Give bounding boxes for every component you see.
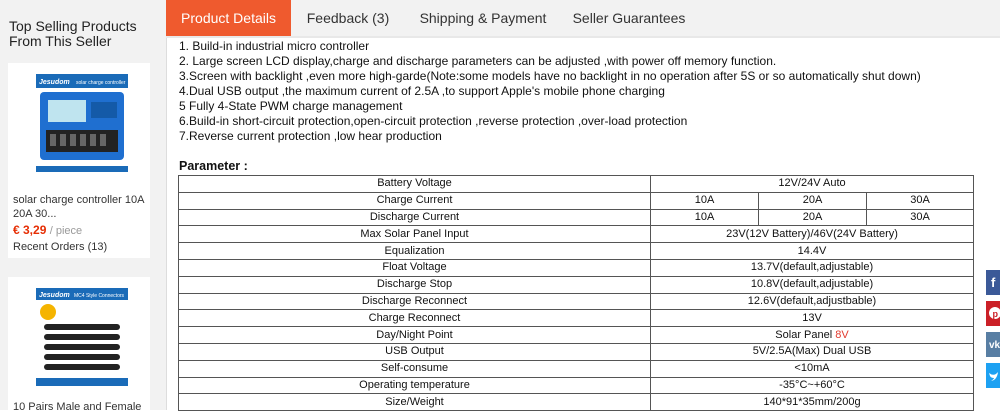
tab-product-details[interactable]: Product Details [166, 0, 291, 36]
param-value: 5V/2.5A(Max) Dual USB [650, 342, 974, 361]
param-label: Day/Night Point [178, 326, 651, 344]
product-price: € 3,29 / piece [13, 223, 83, 237]
table-row: Discharge Reconnect 12.6V(default,adjustb… [178, 292, 974, 311]
table-row: Battery Voltage 12V/24V Auto [178, 175, 974, 193]
table-row: Discharge Stop 10.8V(default,adjustable) [178, 275, 974, 294]
table-row: Discharge Current 10A 20A 30A [178, 208, 974, 227]
param-label: Discharge Stop [178, 275, 651, 294]
sidebar-divider [166, 0, 167, 410]
product-card[interactable]: Jesudom solar charge controller solar ch… [8, 63, 150, 258]
table-row: USB Output 5V/2.5A(Max) Dual USB [178, 342, 974, 361]
param-value: 10.8V(default,adjustable) [650, 275, 974, 294]
product-name[interactable]: solar charge controller 10A 20A 30... [13, 193, 148, 221]
table-row: Day/Night Point Solar Panel 8V [178, 326, 974, 344]
param-label: Discharge Reconnect [178, 292, 651, 311]
param-value: 14.4V [650, 242, 974, 260]
table-row: Charge Reconnect 13V [178, 309, 974, 328]
facebook-icon[interactable]: f [986, 270, 1000, 295]
tab-shipping-payment[interactable]: Shipping & Payment [408, 0, 558, 36]
svg-text:Jesudom: Jesudom [39, 292, 70, 299]
param-label: USB Output [178, 342, 651, 361]
feature-item: 7.Reverse current protection ,low hear p… [179, 129, 442, 143]
param-label: Float Voltage [178, 258, 651, 277]
thumb-brand-text: Jesudom [39, 79, 70, 86]
table-row: Max Solar Panel Input 23V(12V Battery)/46… [178, 225, 974, 244]
feature-item: 6.Build-in short-circuit protection,open… [179, 114, 688, 128]
recent-orders: Recent Orders (13) [13, 241, 108, 253]
param-value: <10mA [650, 359, 974, 378]
svg-text:solar charge controller: solar charge controller [76, 80, 126, 86]
param-label: Size/Weight [178, 393, 651, 412]
param-value: 12.6V(default,adjustbable) [650, 292, 974, 311]
product-card[interactable]: Jesudom MC4 Style Connectors 10 Pairs Ma… [8, 277, 150, 417]
param-label: Operating temperature [178, 376, 651, 395]
param-value: 13.7V(default,adjustable) [650, 258, 974, 277]
tab-feedback[interactable]: Feedback (3) [294, 0, 402, 36]
svg-text:f: f [991, 275, 996, 290]
pinterest-icon[interactable]: p [986, 301, 1000, 326]
param-value: 30A [866, 191, 974, 210]
svg-text:MC4 Style Connectors: MC4 Style Connectors [74, 293, 125, 299]
vk-icon[interactable]: vk [986, 332, 1000, 357]
param-value: 23V(12V Battery)/46V(24V Battery) [650, 225, 974, 244]
product-thumbnail[interactable]: Jesudom MC4 Style Connectors [36, 288, 128, 392]
detail-tabs: Product Details Feedback (3) Shipping & … [166, 0, 1000, 38]
param-value: 12V/24V Auto [650, 175, 974, 193]
param-value: -35°C~+60°C [650, 376, 974, 395]
param-label: Charge Current [178, 191, 651, 210]
table-row: Size/Weight 140*91*35mm/200g [178, 393, 974, 412]
parameter-heading: Parameter : [179, 159, 248, 173]
param-value: 30A [866, 208, 974, 227]
table-row: Equalization 14.4V [178, 242, 974, 260]
param-label: Battery Voltage [178, 175, 651, 193]
param-value: 13V [650, 309, 974, 328]
product-name[interactable]: 10 Pairs Male and Female [13, 400, 148, 414]
seller-sidebar: Top Selling Products From This Seller Je… [0, 0, 166, 417]
table-row: Operating temperature -35°C~+60°C [178, 376, 974, 395]
param-label: Equalization [178, 242, 651, 260]
twitter-icon[interactable] [986, 363, 1000, 388]
param-value: 20A [758, 191, 867, 210]
table-row: Self-consume <10mA [178, 359, 974, 378]
param-label: Self-consume [178, 359, 651, 378]
product-thumbnail[interactable]: Jesudom solar charge controller [36, 74, 128, 178]
feature-item: 5 Fully 4-State PWM charge management [179, 99, 403, 113]
param-label: Charge Reconnect [178, 309, 651, 328]
param-value: 10A [650, 208, 759, 227]
table-row: Charge Current 10A 20A 30A [178, 191, 974, 210]
svg-text:p: p [993, 309, 999, 319]
param-value: Solar Panel 8V [650, 326, 974, 344]
feature-list: 1. Build-in industrial micro controller … [179, 39, 921, 144]
param-value: 10A [650, 191, 759, 210]
sidebar-title: Top Selling Products From This Seller [9, 18, 137, 49]
tab-seller-guarantees[interactable]: Seller Guarantees [564, 0, 694, 36]
param-value: 20A [758, 208, 867, 227]
param-label: Max Solar Panel Input [178, 225, 651, 244]
param-value: 140*91*35mm/200g [650, 393, 974, 412]
feature-item: 1. Build-in industrial micro controller [179, 39, 370, 53]
table-row: Float Voltage 13.7V(default,adjustable) [178, 258, 974, 277]
feature-item: 4.Dual USB output ,the maximum current o… [179, 84, 665, 98]
parameter-table: Battery Voltage 12V/24V Auto Charge Curre… [178, 175, 974, 412]
feature-item: 3.Screen with backlight ,even more high-… [179, 69, 921, 83]
svg-text:vk: vk [989, 340, 1000, 351]
param-label: Discharge Current [178, 208, 651, 227]
feature-item: 2. Large screen LCD display,charge and d… [179, 54, 777, 68]
